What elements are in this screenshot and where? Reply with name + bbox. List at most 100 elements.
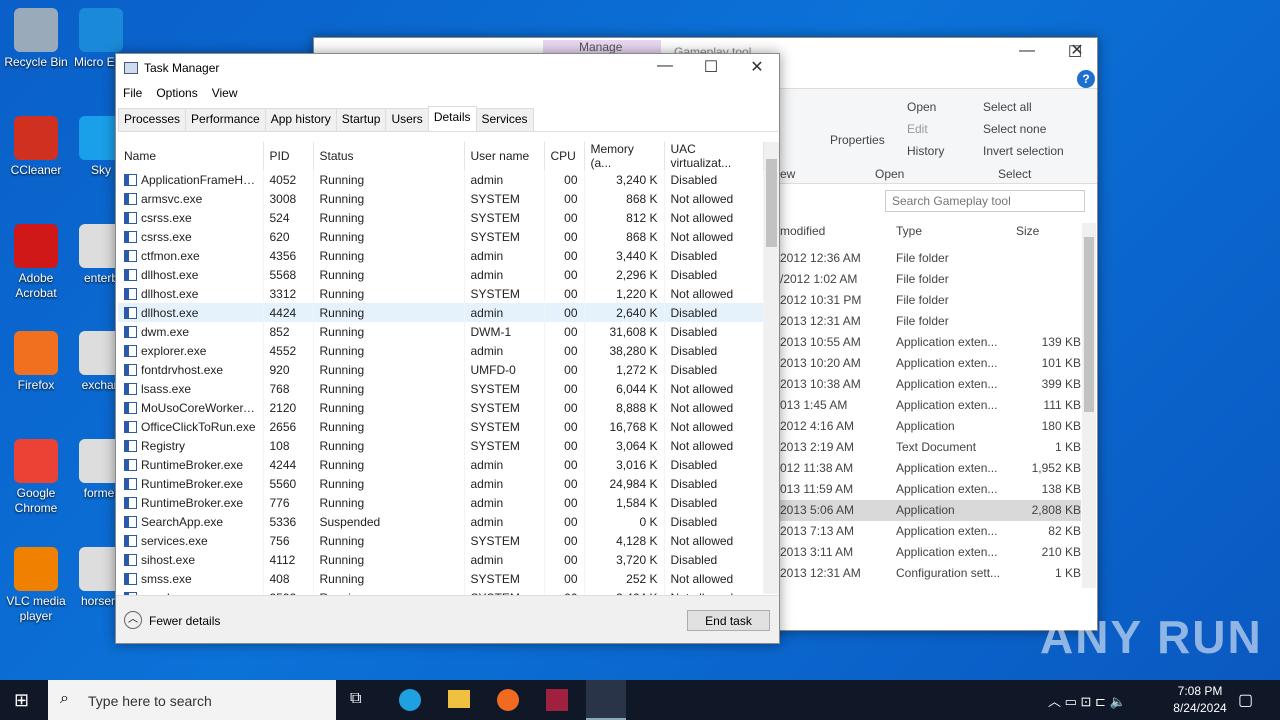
- column-header[interactable]: CPU: [544, 142, 585, 170]
- desktop-icon-label: Google Chrome: [14, 486, 58, 515]
- table-row[interactable]: ctfmon.exe 4356 Running admin 00 3,440 K Disab…: [118, 246, 764, 265]
- tab-startup[interactable]: Startup: [335, 108, 387, 131]
- column-size[interactable]: Size: [1016, 224, 1039, 238]
- fewer-details-link[interactable]: Fewer details: [149, 614, 220, 628]
- file-row[interactable]: 2012 4:16 AM Application 180 KB: [776, 416, 1081, 437]
- file-row[interactable]: /2012 1:02 AM File folder: [776, 269, 1081, 290]
- tab-users[interactable]: Users: [385, 108, 429, 131]
- table-row[interactable]: ApplicationFrameHo... 4052 Running admin 00 3…: [118, 170, 764, 189]
- file-row[interactable]: 2013 12:31 AM Configuration sett... 1 KB: [776, 563, 1081, 584]
- table-row[interactable]: RuntimeBroker.exe 776 Running admin 00 1,584 …: [118, 493, 764, 512]
- clock-time[interactable]: 7:08 PM: [1160, 684, 1240, 698]
- table-row[interactable]: OfficeClickToRun.exe 2656 Running SYSTEM 00 1…: [118, 417, 764, 436]
- table-row[interactable]: csrss.exe 620 Running SYSTEM 00 868 K Not allo…: [118, 227, 764, 246]
- column-type[interactable]: Type: [896, 224, 922, 238]
- file-row[interactable]: 2013 2:19 AM Text Document 1 KB: [776, 437, 1081, 458]
- file-explorer-icon[interactable]: [448, 690, 470, 708]
- vertical-scrollbar[interactable]: [1082, 223, 1096, 588]
- vertical-scrollbar[interactable]: [764, 142, 779, 594]
- minimize-button[interactable]: —: [1004, 42, 1050, 60]
- table-row[interactable]: armsvc.exe 3008 Running SYSTEM 00 868 K Not al…: [118, 189, 764, 208]
- table-row[interactable]: fontdrvhost.exe 920 Running UMFD-0 00 1,272 K…: [118, 360, 764, 379]
- column-header[interactable]: PID: [263, 142, 314, 170]
- table-row[interactable]: explorer.exe 4552 Running admin 00 38,280 K Di…: [118, 341, 764, 360]
- table-row[interactable]: services.exe 756 Running SYSTEM 00 4,128 K Not…: [118, 531, 764, 550]
- column-header[interactable]: UAC virtualizat...: [664, 142, 764, 170]
- cell: admin: [464, 512, 545, 531]
- firefox-icon[interactable]: [497, 689, 519, 711]
- table-row[interactable]: RuntimeBroker.exe 4244 Running admin 00 3,016…: [118, 455, 764, 474]
- tab-services[interactable]: Services: [475, 108, 534, 131]
- table-row[interactable]: Registry 108 Running SYSTEM 00 3,064 K Not all…: [118, 436, 764, 455]
- column-header[interactable]: Status: [313, 142, 465, 170]
- start-button[interactable]: ⊞: [14, 690, 29, 711]
- file-row[interactable]: 2013 10:20 AM Application exten... 101 KB: [776, 353, 1081, 374]
- table-row[interactable]: RuntimeBroker.exe 5560 Running admin 00 24,98…: [118, 474, 764, 493]
- desktop-icon[interactable]: Adobe Acrobat: [0, 224, 72, 301]
- task-view-icon[interactable]: ⧉: [350, 690, 361, 708]
- table-row[interactable]: csrss.exe 524 Running SYSTEM 00 812 K Not allo…: [118, 208, 764, 227]
- file-row[interactable]: 013 11:59 AM Application exten... 138 KB: [776, 479, 1081, 500]
- file-row[interactable]: 013 1:45 AM Application exten... 111 KB: [776, 395, 1081, 416]
- file-row[interactable]: 2012 10:31 PM File folder: [776, 290, 1081, 311]
- tab-details[interactable]: Details: [427, 106, 477, 129]
- table-row[interactable]: lsass.exe 768 Running SYSTEM 00 6,044 K Not al…: [118, 379, 764, 398]
- cell: 00: [544, 379, 585, 398]
- properties-button[interactable]: Properties: [830, 133, 885, 147]
- end-task-button[interactable]: End task: [687, 610, 770, 631]
- file-row[interactable]: 2013 10:55 AM Application exten... 139 KB: [776, 332, 1081, 353]
- table-row[interactable]: dllhost.exe 3312 Running SYSTEM 00 1,220 K Not…: [118, 284, 764, 303]
- desktop-icon[interactable]: VLC media player: [0, 547, 72, 624]
- menu-options[interactable]: Options: [156, 86, 197, 100]
- taskbar-search[interactable]: ⌕ Type here to search: [48, 680, 336, 720]
- menu-view[interactable]: View: [212, 86, 238, 100]
- desktop-icon[interactable]: Google Chrome: [0, 439, 72, 516]
- table-row[interactable]: dllhost.exe 4424 Running admin 00 2,640 K Disa…: [118, 303, 764, 322]
- table-row[interactable]: sihost.exe 4112 Running admin 00 3,720 K Disab…: [118, 550, 764, 569]
- search-input[interactable]: [885, 190, 1085, 212]
- select-none-button[interactable]: Select none: [983, 122, 1046, 136]
- close-button[interactable]: ✕: [1054, 40, 1100, 60]
- column-header[interactable]: Memory (a...: [584, 142, 665, 170]
- menu-file[interactable]: File: [123, 86, 142, 100]
- file-row[interactable]: 2013 12:31 AM File folder: [776, 311, 1081, 332]
- file-row[interactable]: 2013 5:06 AM Application 2,808 KB: [776, 500, 1081, 521]
- history-button[interactable]: History: [907, 144, 944, 158]
- edge-icon[interactable]: [399, 689, 421, 711]
- tab-performance[interactable]: Performance: [185, 108, 266, 131]
- file-row[interactable]: 2013 10:38 AM Application exten... 399 KB: [776, 374, 1081, 395]
- tray-icons[interactable]: ︿ ▭ ⊡ ⊏ 🔈: [1048, 691, 1126, 710]
- notification-icon[interactable]: ▢: [1238, 690, 1253, 710]
- column-header[interactable]: Name: [118, 142, 264, 170]
- file-row[interactable]: 012 11:38 AM Application exten... 1,952 KB: [776, 458, 1081, 479]
- table-row[interactable]: smss.exe 408 Running SYSTEM 00 252 K Not allow…: [118, 569, 764, 588]
- clock-date[interactable]: 8/24/2024: [1160, 701, 1240, 715]
- file-row[interactable]: 2013 7:13 AM Application exten... 82 KB: [776, 521, 1081, 542]
- edit-button[interactable]: Edit: [907, 122, 928, 136]
- table-row[interactable]: dllhost.exe 5568 Running admin 00 2,296 K Disa…: [118, 265, 764, 284]
- task-manager-window[interactable]: Task Manager — ☐ ✕ File Options View Proce…: [115, 53, 780, 644]
- chevron-up-icon[interactable]: ︿: [124, 611, 142, 629]
- tab-processes[interactable]: Processes: [118, 108, 187, 131]
- desktop-icon-label: enterb: [83, 271, 119, 285]
- table-row[interactable]: SearchApp.exe 5336 Suspended admin 00 0 K Disa…: [118, 512, 764, 531]
- file-row[interactable]: 2013 3:11 AM Application exten... 210 KB: [776, 542, 1081, 563]
- column-header[interactable]: User name: [464, 142, 545, 170]
- table-row[interactable]: dwm.exe 852 Running DWM-1 00 31,608 K Disabled: [118, 322, 764, 341]
- minimize-button[interactable]: —: [642, 57, 688, 75]
- close-button[interactable]: ✕: [734, 57, 780, 77]
- maximize-button[interactable]: ☐: [688, 57, 734, 77]
- desktop-icon[interactable]: Firefox: [0, 331, 72, 393]
- task-manager-taskbar-icon[interactable]: [586, 680, 626, 720]
- select-all-button[interactable]: Select all: [983, 100, 1032, 114]
- tab-app-history[interactable]: App history: [264, 108, 337, 131]
- column-date-modified[interactable]: modified: [780, 224, 825, 238]
- winrar-icon[interactable]: [546, 689, 568, 711]
- desktop-icon[interactable]: CCleaner: [0, 116, 72, 178]
- open-button[interactable]: Open: [907, 100, 936, 114]
- table-row[interactable]: MoUsoCoreWorker.e... 2120 Running SYSTEM 00 8…: [118, 398, 764, 417]
- file-row[interactable]: 2012 12:36 AM File folder: [776, 248, 1081, 269]
- help-icon[interactable]: ?: [1077, 70, 1095, 88]
- desktop-icon[interactable]: Recycle Bin: [0, 8, 72, 70]
- invert-selection-button[interactable]: Invert selection: [983, 144, 1064, 158]
